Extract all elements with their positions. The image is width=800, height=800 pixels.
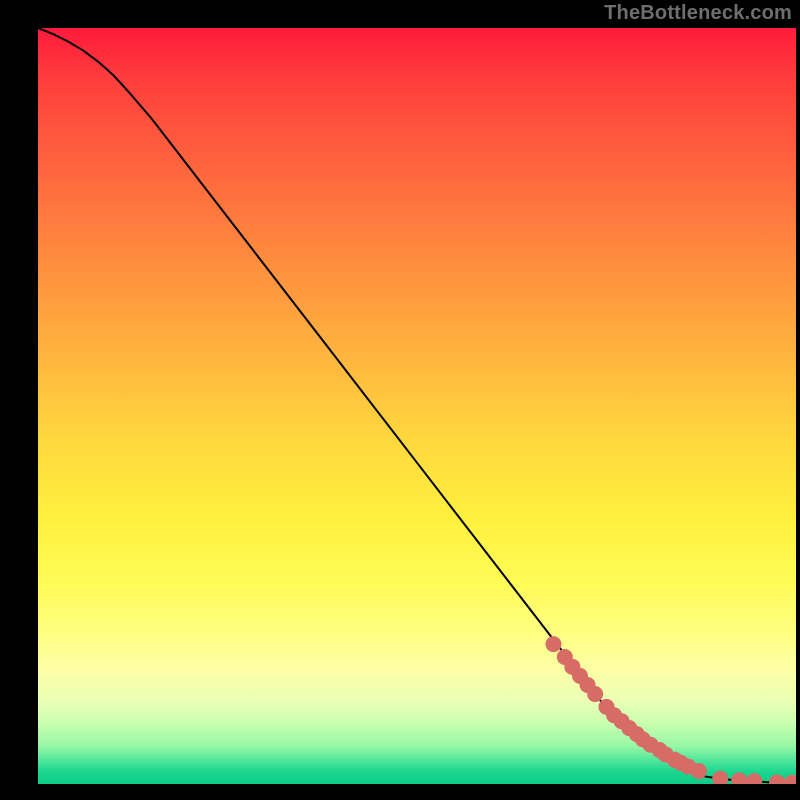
chart-stage: TheBottleneck.com bbox=[0, 0, 800, 800]
plot-background-gradient bbox=[38, 28, 796, 784]
attribution-label: TheBottleneck.com bbox=[604, 2, 792, 25]
